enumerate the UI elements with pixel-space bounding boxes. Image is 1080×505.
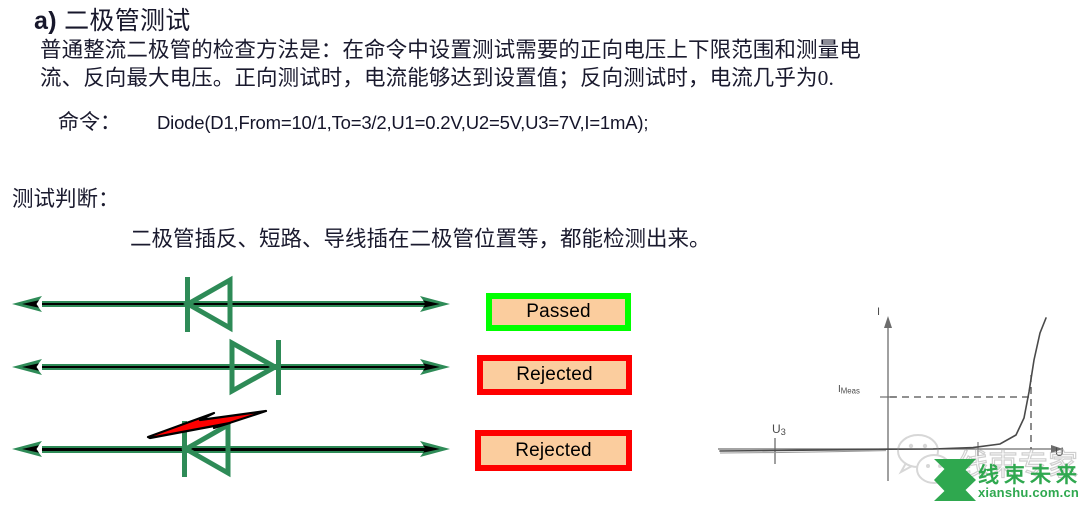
chart-annotation-u3-base: U — [772, 422, 781, 436]
diode-diagram — [12, 275, 450, 478]
chart-annotation-u3: U3 — [772, 422, 786, 437]
chart-y-axis-arrow — [884, 316, 892, 328]
wire-core — [42, 448, 432, 451]
page-title-prefix: a) — [34, 7, 57, 35]
diode-cathode-bar — [276, 340, 281, 395]
brand-url: xianshu.com.cn — [978, 485, 1080, 500]
diode-cathode-bar — [185, 277, 190, 332]
diagram-row-forward — [12, 338, 450, 396]
chart-annotation-imeas-sub: Meas — [840, 386, 860, 396]
chart-annotation-u3-sub: 3 — [780, 427, 786, 438]
verdict-body: 二极管插反、短路、导线插在二极管位置等，都能检测出来。 — [130, 227, 711, 251]
command-label: 命令： — [58, 110, 121, 134]
slide-canvas: a) 二极管测试 普通整流二极管的检查方法是：在命令中设置测试需要的正向电压上下… — [0, 0, 1080, 505]
diagram-row-reverse — [12, 275, 450, 333]
status-badge-passed: Passed — [486, 293, 631, 331]
verdict-title: 测试判断： — [12, 187, 120, 211]
status-badge-rejected-1: Rejected — [477, 355, 632, 395]
chart-x-axis-label: U — [1055, 445, 1064, 459]
command-text: Diode(D1,From=10/1,To=3/2,U1=0.2V,U2=5V,… — [157, 112, 649, 133]
intro-paragraph-line-2: 流、反向最大电压。正向测试时，电流能够达到设置值；反向测试时，电流几乎为0. — [40, 66, 834, 90]
chart-diode-iv-curve — [719, 317, 1047, 452]
diagram-row-short — [12, 409, 450, 478]
wire-core — [42, 366, 432, 368]
command-row: 命令： Diode(D1,From=10/1,To=3/2,U1=0.2V,U2… — [58, 106, 648, 136]
arrow-left-icon — [12, 296, 42, 312]
status-badge-rejected-2: Rejected — [475, 430, 632, 471]
arrow-left-icon — [12, 359, 42, 375]
chart-y-axis-label: I — [877, 306, 881, 318]
wire-core — [42, 303, 432, 305]
page-title-text: 二极管测试 — [64, 7, 191, 35]
intro-paragraph: 普通整流二极管的检查方法是：在命令中设置测试需要的正向电压上下限范围和测量电 流… — [40, 36, 1070, 92]
short-circuit-spark-icon — [146, 409, 268, 440]
arrow-left-icon — [12, 441, 42, 457]
intro-paragraph-line-1: 普通整流二极管的检查方法是：在命令中设置测试需要的正向电压上下限范围和测量电 — [40, 38, 861, 62]
page-title: a) 二极管测试 — [34, 1, 191, 37]
chart-annotation-imeas: IMeas — [838, 384, 860, 396]
